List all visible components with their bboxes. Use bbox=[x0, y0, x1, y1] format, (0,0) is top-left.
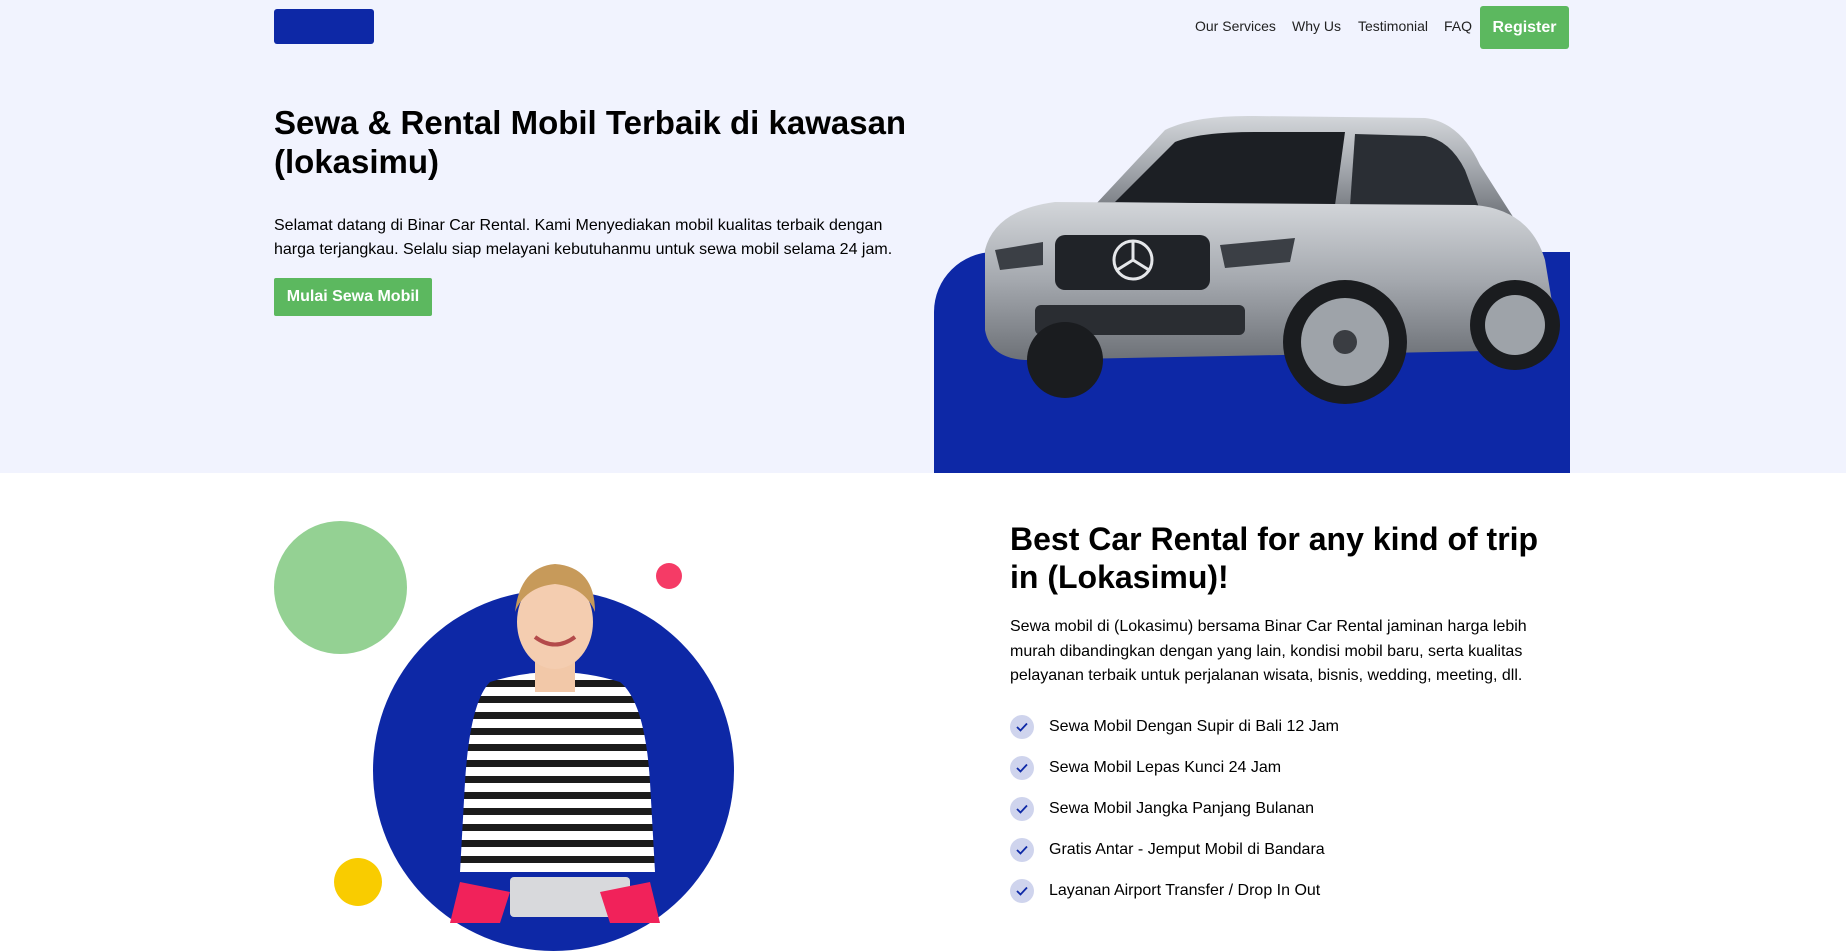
feature-label: Layanan Airport Transfer / Drop In Out bbox=[1049, 881, 1321, 899]
feature-label: Sewa Mobil Lepas Kunci 24 Jam bbox=[1049, 758, 1282, 776]
hero-title: Sewa & Rental Mobil Terbaik di kawasan (… bbox=[274, 104, 907, 180]
check-icon bbox=[1010, 796, 1034, 821]
brand-logo[interactable] bbox=[274, 9, 374, 44]
nav-testimonial[interactable]: Testimonial bbox=[1358, 18, 1428, 34]
decor-yellow-circle bbox=[334, 858, 382, 906]
register-button[interactable]: Register bbox=[1480, 6, 1569, 49]
nav-our-services[interactable]: Our Services bbox=[1195, 18, 1276, 34]
feature-label: Gratis Antar - Jemput Mobil di Bandara bbox=[1049, 840, 1325, 858]
decor-green-circle bbox=[274, 521, 407, 654]
hero-description: Selamat datang di Binar Car Rental. Kami… bbox=[274, 217, 893, 258]
feature-item: Sewa Mobil Jangka Panjang Bulanan bbox=[1010, 788, 1339, 829]
feature-list: Sewa Mobil Dengan Supir di Bali 12 Jam S… bbox=[1010, 706, 1339, 911]
check-icon bbox=[1010, 837, 1034, 862]
woman-image bbox=[450, 564, 660, 923]
start-rental-button[interactable]: Mulai Sewa Mobil bbox=[274, 278, 432, 316]
car-image bbox=[985, 115, 1560, 404]
nav-faq[interactable]: FAQ bbox=[1444, 18, 1472, 34]
feature-label: Sewa Mobil Dengan Supir di Bali 12 Jam bbox=[1049, 717, 1339, 735]
check-icon bbox=[1010, 755, 1034, 780]
check-icon bbox=[1010, 878, 1034, 903]
feature-item: Gratis Antar - Jemput Mobil di Bandara bbox=[1010, 829, 1339, 870]
feature-item: Sewa Mobil Dengan Supir di Bali 12 Jam bbox=[1010, 706, 1339, 747]
services-title: Best Car Rental for any kind of trip in … bbox=[1010, 521, 1539, 595]
nav-why-us[interactable]: Why Us bbox=[1292, 18, 1341, 34]
check-icon bbox=[1010, 714, 1034, 739]
feature-item: Sewa Mobil Lepas Kunci 24 Jam bbox=[1010, 747, 1339, 788]
feature-item: Layanan Airport Transfer / Drop In Out bbox=[1010, 870, 1339, 911]
services-description: Sewa mobil di (Lokasimu) bersama Binar C… bbox=[1010, 618, 1527, 684]
feature-label: Sewa Mobil Jangka Panjang Bulanan bbox=[1049, 799, 1315, 817]
